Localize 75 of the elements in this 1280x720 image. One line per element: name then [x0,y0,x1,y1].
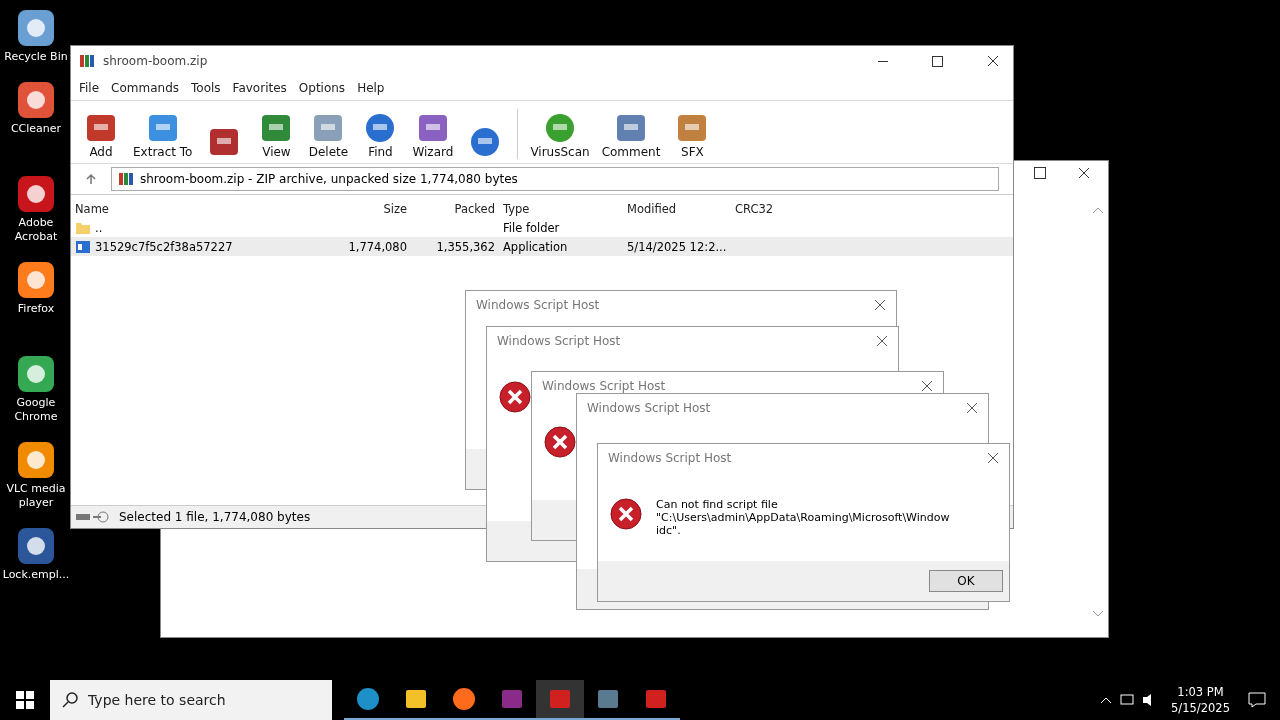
notification-icon[interactable] [1248,692,1266,708]
drive-icon [75,511,111,523]
error-message: "C:\Users\admin\AppData\Roaming\Microsoft\Window [656,511,950,524]
scroll-up-icon[interactable] [1093,207,1103,213]
desktop-icon-label[interactable]: CCleaner [10,122,62,136]
clock-date[interactable]: 5/15/2025 [1171,700,1230,716]
error-icon [610,498,642,530]
file-name: 31529c7f5c2f38a57227 [95,239,233,254]
desktop-icon-label[interactable]: Lock.empl... [2,568,70,582]
dialog-title: Windows Script Host [542,379,666,393]
dialog-title: Windows Script Host [497,334,621,348]
clock-time[interactable]: 1:03 PM [1177,684,1224,700]
file-row[interactable]: 31529c7f5c2f38a57227 1,774,080 1,355,362 Application 5/14/2025 12:2... [71,237,1013,256]
desktop-icon-label[interactable]: Firefox [17,302,55,316]
column-header[interactable]: Type [499,201,623,216]
column-header[interactable]: Size [329,201,411,216]
scroll-down-icon[interactable] [1093,611,1103,617]
up-arrow-icon[interactable] [85,173,97,185]
toolbar-button[interactable]: Find [356,111,405,159]
close-icon[interactable] [987,55,999,67]
desktop-icon-label[interactable]: Adobe Acrobat [0,216,72,244]
close-icon[interactable] [874,299,886,311]
toolbar-button[interactable]: View [252,111,301,159]
archive-icon [79,53,95,69]
path-field[interactable]: shroom-boom.zip - ZIP archive, unpacked size 1,774,080 bytes [111,167,999,191]
menu-item[interactable]: Favorites [232,81,287,95]
menu-item[interactable]: Commands [111,81,180,95]
folder-icon [75,220,91,235]
window-title: shroom-boom.zip [103,54,208,68]
packed-size: 1,355,362 [435,239,496,254]
close-icon[interactable] [966,402,978,414]
column-header[interactable]: Name [71,201,329,216]
search-icon [62,692,78,708]
desktop-icon-label[interactable]: Recycle Bin [4,50,68,64]
toolbar-button[interactable]: Add [77,111,125,159]
toolbar-button[interactable]: Delete [304,111,353,159]
file-size: 1,774,080 [347,239,408,254]
error-message: idc". [656,524,682,537]
minimize-icon[interactable] [878,60,888,62]
dialog-title: Windows Script Host [608,451,732,465]
modified-date: 5/14/2025 12:2... [626,239,728,254]
file-name: .. [95,220,103,235]
start-icon[interactable] [16,691,34,709]
toolbar-button[interactable]: VirusScan [526,111,594,159]
column-header[interactable]: Packed [411,201,499,216]
close-icon[interactable] [921,380,933,392]
desktop-icon-label[interactable]: Google Chrome [0,396,72,424]
menu-item[interactable]: Help [357,81,385,95]
dialog-title: Windows Script Host [476,298,600,312]
desktop-icon-label[interactable]: VLC media player [0,482,72,510]
application-icon [75,239,91,254]
file-type: File folder [502,220,561,235]
restore-icon[interactable] [1034,167,1046,179]
toolbar-button[interactable]: Wizard [408,111,458,159]
status-text: Selected 1 file, 1,774,080 bytes [119,510,311,524]
menu-item[interactable]: File [79,81,100,95]
maximize-icon[interactable] [932,55,943,67]
ok-button[interactable]: OK [929,570,1003,592]
toolbar-button[interactable]: Comment [597,111,665,159]
archive-icon [118,171,134,187]
menu-item[interactable]: Tools [191,81,221,95]
taskbar-app[interactable] [536,680,584,720]
file-type: Application [502,239,569,254]
toolbar-button[interactable]: SFX [668,111,717,159]
close-icon[interactable] [1078,167,1090,179]
file-row[interactable]: .. File folder [71,218,1013,237]
close-icon[interactable] [876,335,888,347]
dialog-title: Windows Script Host [587,401,711,415]
search-field[interactable]: Type here to search [50,680,332,720]
column-header[interactable]: CRC32 [731,201,799,216]
column-header[interactable]: Modified [623,201,731,216]
close-icon[interactable] [987,452,999,464]
menu-item[interactable]: Options [298,81,346,95]
toolbar-button[interactable]: Extract To [129,111,197,159]
error-message: Can not find script file [656,498,779,511]
